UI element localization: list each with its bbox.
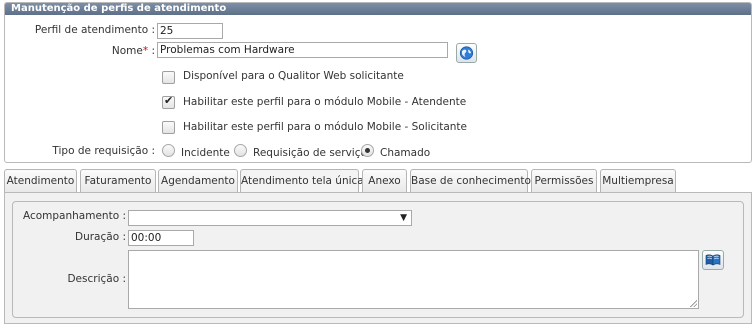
- tab-base-conhecimento[interactable]: Base de conhecimento: [410, 169, 531, 192]
- descricao-label: Descrição :: [67, 273, 126, 285]
- checkbox-mobile-solicitante-label: Habilitar este perfil para o módulo Mobi…: [183, 121, 468, 133]
- radio-chamado-label: Chamado: [380, 147, 431, 159]
- checkbox-mobile-atendente-label: Habilitar este perfil para o módulo Mobi…: [183, 96, 467, 108]
- radio-requisicao[interactable]: [234, 144, 247, 157]
- nome-field[interactable]: [157, 42, 448, 58]
- tipo-label: Tipo de requisição :: [52, 145, 155, 157]
- resize-grip-icon[interactable]: [689, 299, 697, 307]
- check-icon: ✔: [164, 94, 174, 107]
- panel-title: Manutenção de perfis de atendimento: [5, 3, 751, 15]
- tab-multiempresa[interactable]: Multiempresa: [600, 169, 676, 192]
- perfil-input[interactable]: [160, 24, 220, 38]
- tab-atendimento[interactable]: Atendimento: [4, 169, 77, 192]
- globe-icon: [459, 46, 474, 60]
- acompanhamento-select[interactable]: ▼: [128, 210, 412, 226]
- acompanhamento-label: Acompanhamento :: [22, 210, 126, 222]
- chevron-down-icon: ▼: [400, 213, 407, 223]
- nome-input[interactable]: [160, 43, 445, 57]
- globe-button[interactable]: [456, 43, 477, 63]
- duracao-input[interactable]: [131, 231, 191, 245]
- tab-permissoes[interactable]: Permissões: [531, 169, 597, 192]
- radio-requisicao-label: Requisição de serviço: [253, 147, 367, 159]
- tab-panel: Acompanhamento : ▼ Duração : Descrição :: [4, 192, 752, 324]
- tab-faturamento[interactable]: Faturamento: [80, 169, 156, 192]
- radio-incidente[interactable]: [162, 144, 175, 157]
- radio-dot: [365, 148, 370, 153]
- tab-content: Acompanhamento : ▼ Duração : Descrição :: [12, 201, 744, 318]
- tab-atendimento-tela-unica[interactable]: Atendimento tela única: [240, 169, 364, 194]
- tab-anexo[interactable]: Anexo: [362, 169, 407, 192]
- nome-label-group: Nome* :: [112, 45, 155, 57]
- checkbox-mobile-solicitante[interactable]: [162, 121, 175, 134]
- descricao-textarea[interactable]: [128, 250, 699, 309]
- checkbox-mobile-atendente[interactable]: ✔: [162, 94, 175, 109]
- tab-agendamento[interactable]: Agendamento: [158, 169, 238, 192]
- nome-label: Nome: [111, 45, 143, 57]
- perfil-field[interactable]: [157, 23, 223, 39]
- book-icon: [705, 254, 721, 266]
- duracao-label: Duração :: [75, 231, 126, 243]
- perfil-label: Perfil de atendimento :: [34, 24, 155, 36]
- nome-colon: :: [151, 45, 155, 57]
- required-marker: *: [142, 45, 149, 57]
- radio-incidente-label: Incidente: [181, 147, 230, 159]
- checkbox-qualitor-web-label: Disponível para o Qualitor Web solicitan…: [183, 70, 404, 82]
- duracao-field[interactable]: [128, 230, 194, 246]
- checkbox-qualitor-web[interactable]: [162, 71, 175, 84]
- radio-chamado[interactable]: [361, 144, 374, 157]
- profile-panel: Manutenção de perfis de atendimento Perf…: [4, 2, 752, 163]
- book-button[interactable]: [702, 250, 724, 270]
